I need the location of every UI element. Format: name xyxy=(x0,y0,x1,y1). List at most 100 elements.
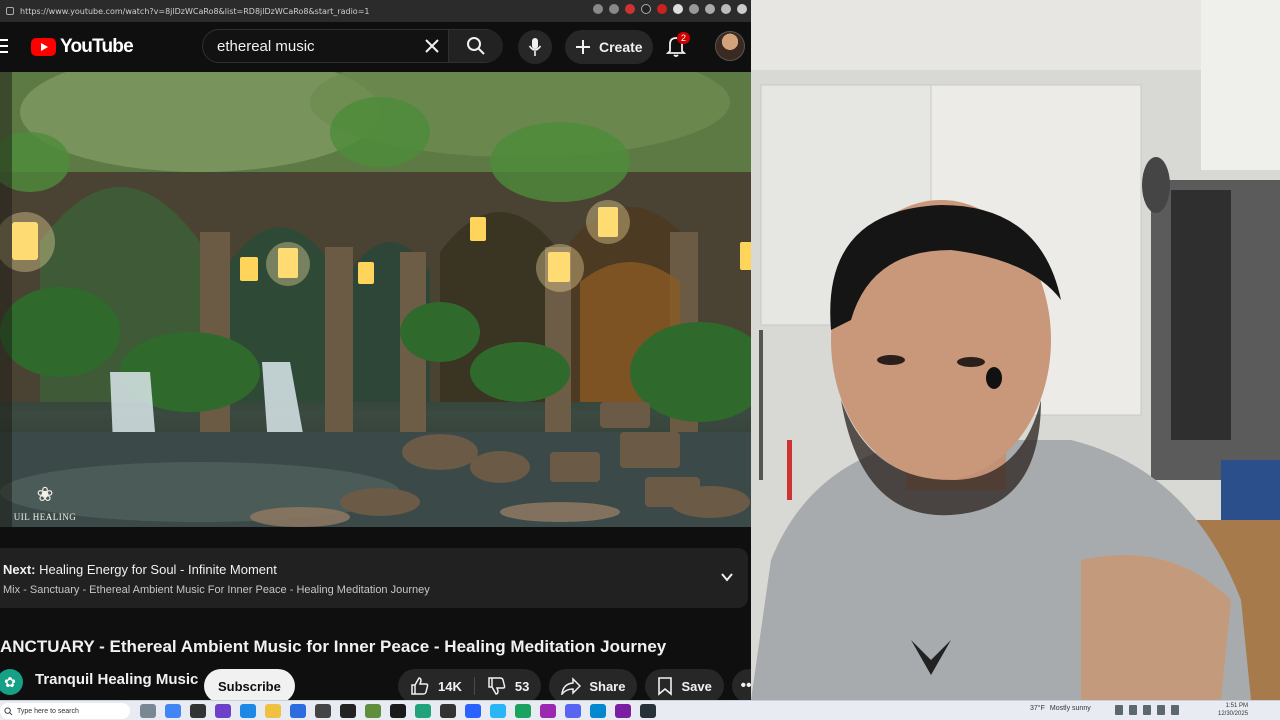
tray-icon[interactable] xyxy=(1115,705,1123,715)
next-video-line: Next: Healing Energy for Soul - Infinite… xyxy=(3,562,277,577)
weather-desc: Mostly sunny xyxy=(1049,705,1091,712)
up-next-card[interactable]: Next: Healing Energy for Soul - Infinite… xyxy=(0,548,748,608)
extension-icon[interactable] xyxy=(641,4,651,14)
app-icon[interactable] xyxy=(465,704,481,718)
search-icon xyxy=(467,37,485,55)
wifi-icon[interactable] xyxy=(1157,705,1165,715)
next-video-title[interactable]: Healing Energy for Soul - Infinite Momen… xyxy=(39,562,277,577)
weather-widget[interactable]: 37°F Mostly sunny xyxy=(1030,705,1091,712)
tray-icon[interactable] xyxy=(1129,705,1137,715)
channel-row: ✿ Tranquil Healing Music Subscribe 14K 5… xyxy=(0,666,751,700)
app-icon[interactable] xyxy=(240,704,256,718)
discord-icon[interactable] xyxy=(565,704,581,718)
app-icon[interactable] xyxy=(540,704,556,718)
url-text[interactable]: https://www.youtube.com/watch?v=8jlDzWCa… xyxy=(20,7,370,16)
app-icon[interactable] xyxy=(640,704,656,718)
app-icon[interactable] xyxy=(415,704,431,718)
bookmark-icon xyxy=(658,677,673,696)
search-icon xyxy=(4,706,13,715)
thumbs-down-icon xyxy=(488,677,506,695)
task-view-icon[interactable] xyxy=(140,704,156,718)
share-label: Share xyxy=(589,678,626,694)
create-label: Create xyxy=(599,39,643,55)
clock-date: 12/30/2025 xyxy=(1218,711,1249,717)
lock-icon xyxy=(6,7,14,15)
app-icon[interactable] xyxy=(190,704,206,718)
app-icon[interactable] xyxy=(365,704,381,718)
chrome-icon[interactable] xyxy=(165,704,181,718)
more-dots-icon: ••• xyxy=(740,677,751,694)
app-icon[interactable] xyxy=(390,704,406,718)
plus-icon xyxy=(576,40,590,54)
youtube-play-icon xyxy=(31,38,56,56)
video-player[interactable]: ❀ UIL HEALING MUSIC xyxy=(0,72,751,527)
folder-icon[interactable] xyxy=(265,704,281,718)
taskbar-apps xyxy=(140,704,656,718)
volume-icon[interactable] xyxy=(1171,705,1179,715)
menu-icon[interactable] xyxy=(0,39,8,53)
webcam-person-image xyxy=(751,0,1280,700)
menu-icon[interactable] xyxy=(737,4,747,14)
clock-time: 1:51 PM xyxy=(1225,703,1249,709)
notification-badge: 2 xyxy=(677,32,691,44)
search-box[interactable]: ethereal music xyxy=(202,29,503,63)
app-icon[interactable] xyxy=(590,704,606,718)
star-icon[interactable] xyxy=(609,4,619,14)
youtube-masthead: YouTube ethereal music Create 2 xyxy=(0,22,751,72)
extension-icon[interactable] xyxy=(689,4,699,14)
lotus-icon: ❀ xyxy=(36,484,54,506)
subscribe-button[interactable]: Subscribe xyxy=(204,669,295,700)
app-icon[interactable] xyxy=(490,704,506,718)
microphone-icon xyxy=(528,38,542,56)
youtube-logo[interactable]: YouTube xyxy=(31,36,134,58)
like-button[interactable]: 14K xyxy=(398,669,474,700)
extension-icon[interactable] xyxy=(593,4,603,14)
browser-extension-icons xyxy=(593,4,747,14)
save-button[interactable]: Save xyxy=(645,669,724,700)
share-button[interactable]: Share xyxy=(549,669,638,700)
watermark-text: UIL HEALING MUSIC xyxy=(13,512,77,522)
app-icon[interactable] xyxy=(515,704,531,718)
youtube-logo-text: YouTube xyxy=(60,36,134,57)
more-actions-button[interactable]: ••• xyxy=(731,669,751,700)
voice-search-button[interactable] xyxy=(518,30,552,64)
extension-icon[interactable] xyxy=(625,4,635,14)
video-title: ANCTUARY - Ethereal Ambient Music for In… xyxy=(0,637,667,656)
search-input[interactable]: ethereal music xyxy=(217,38,315,55)
search-button[interactable] xyxy=(449,30,503,62)
chevron-down-icon[interactable] xyxy=(720,570,734,584)
tray-icon[interactable] xyxy=(1143,705,1151,715)
app-icon[interactable] xyxy=(290,704,306,718)
like-count: 14K xyxy=(438,678,462,694)
app-icon[interactable] xyxy=(340,704,356,718)
thumbs-up-icon xyxy=(411,677,429,695)
close-icon[interactable] xyxy=(423,37,441,55)
dislike-button[interactable]: 53 xyxy=(475,669,541,700)
share-icon xyxy=(561,677,582,695)
system-clock[interactable]: 1:51 PM 12/30/2025 xyxy=(1218,702,1248,718)
app-icon[interactable] xyxy=(615,704,631,718)
dislike-count: 53 xyxy=(514,678,530,694)
save-label: Save xyxy=(681,678,712,694)
app-icon[interactable] xyxy=(440,704,456,718)
channel-name[interactable]: Tranquil Healing Music xyxy=(35,671,198,688)
taskbar-search-placeholder: Type here to search xyxy=(17,707,79,715)
notifications-button[interactable]: 2 xyxy=(664,32,691,60)
channel-avatar[interactable]: ✿ xyxy=(0,669,23,695)
account-avatar[interactable] xyxy=(715,31,745,61)
system-tray xyxy=(1115,705,1179,715)
channel-watermark: ❀ UIL HEALING MUSIC xyxy=(0,482,90,527)
extension-icon[interactable] xyxy=(657,4,667,14)
extension-icon[interactable] xyxy=(705,4,715,14)
next-prefix: Next: xyxy=(3,562,36,577)
extension-icon[interactable] xyxy=(673,4,683,14)
app-icon[interactable] xyxy=(315,704,331,718)
windows-taskbar: Type here to search 37°F Mostly sunny 1:… xyxy=(0,700,1280,720)
address-bar[interactable]: https://www.youtube.com/watch?v=8jlDzWCa… xyxy=(0,0,751,22)
profile-icon[interactable] xyxy=(721,4,731,14)
taskbar-search[interactable]: Type here to search xyxy=(0,703,130,719)
create-button[interactable]: Create xyxy=(565,30,653,64)
video-frame-artwork xyxy=(0,72,751,527)
app-icon[interactable] xyxy=(215,704,231,718)
like-dislike-group: 14K 53 xyxy=(398,669,542,700)
